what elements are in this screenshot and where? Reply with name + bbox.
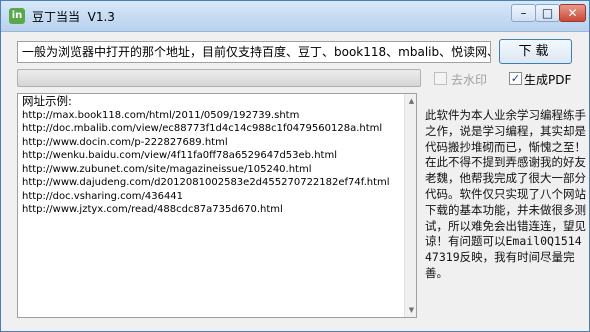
close-button[interactable]: ✕ [559, 4, 586, 22]
example-url: http://www.docin.com/p-222827689.html [22, 136, 228, 148]
remove-watermark-checkbox[interactable] [434, 72, 447, 85]
example-url: http://www.jztyx.com/read/488cdc87a735d6… [22, 204, 283, 215]
title-bar[interactable]: in 豆丁当当 V1.3 – □ ✕ [1, 1, 589, 32]
example-url: http://www.zubunet.com/site/magazineissu… [22, 163, 312, 175]
vertical-scrollbar[interactable]: ▲ ▼ [404, 94, 416, 317]
example-url: http://doc.vsharing.com/436441 [22, 190, 184, 202]
examples-title: 网址示例: [22, 95, 72, 108]
generate-pdf-label: 生成PDF [524, 73, 572, 87]
maximize-button[interactable]: □ [535, 4, 560, 22]
example-url: http://wenku.baidu.com/view/4f11fa0ff78a… [22, 150, 337, 161]
download-progress-bar [17, 69, 421, 87]
example-url: http://max.book118.com/html/2011/0509/19… [22, 109, 300, 121]
url-input[interactable]: 一般为浏览器中打开的那个地址，目前仅支持百度、豆丁、book118、mbalib… [17, 41, 491, 63]
generate-pdf-checkbox[interactable]: ✓ [509, 72, 522, 85]
scroll-down-arrow-icon[interactable]: ▼ [405, 303, 416, 317]
example-url: http://doc.mbalib.com/view/ec88773f1d4c1… [22, 123, 383, 134]
url-examples-content: 网址示例: http://max.book118.com/html/2011/0… [22, 95, 400, 217]
minimize-button[interactable]: – [511, 4, 536, 22]
download-button[interactable]: 下载 [499, 39, 572, 64]
app-window: in 豆丁当当 V1.3 – □ ✕ 一般为浏览器中打开的那个地址，目前仅支持百… [0, 0, 590, 332]
example-url: http://www.dajudeng.com/d2012081002583e2… [22, 177, 390, 188]
remove-watermark-label: 去水印 [451, 73, 488, 87]
window-title: 豆丁当当 V1.3 [32, 10, 115, 24]
about-text: 此软件为本人业余学习编程练手之作，说是学习编程，其实却是代码搬抄堆砌而已，惭愧之… [425, 108, 586, 280]
url-examples-textarea[interactable]: 网址示例: http://max.book118.com/html/2011/0… [17, 93, 417, 318]
app-icon: in [9, 8, 25, 24]
scroll-up-arrow-icon[interactable]: ▲ [405, 94, 416, 108]
